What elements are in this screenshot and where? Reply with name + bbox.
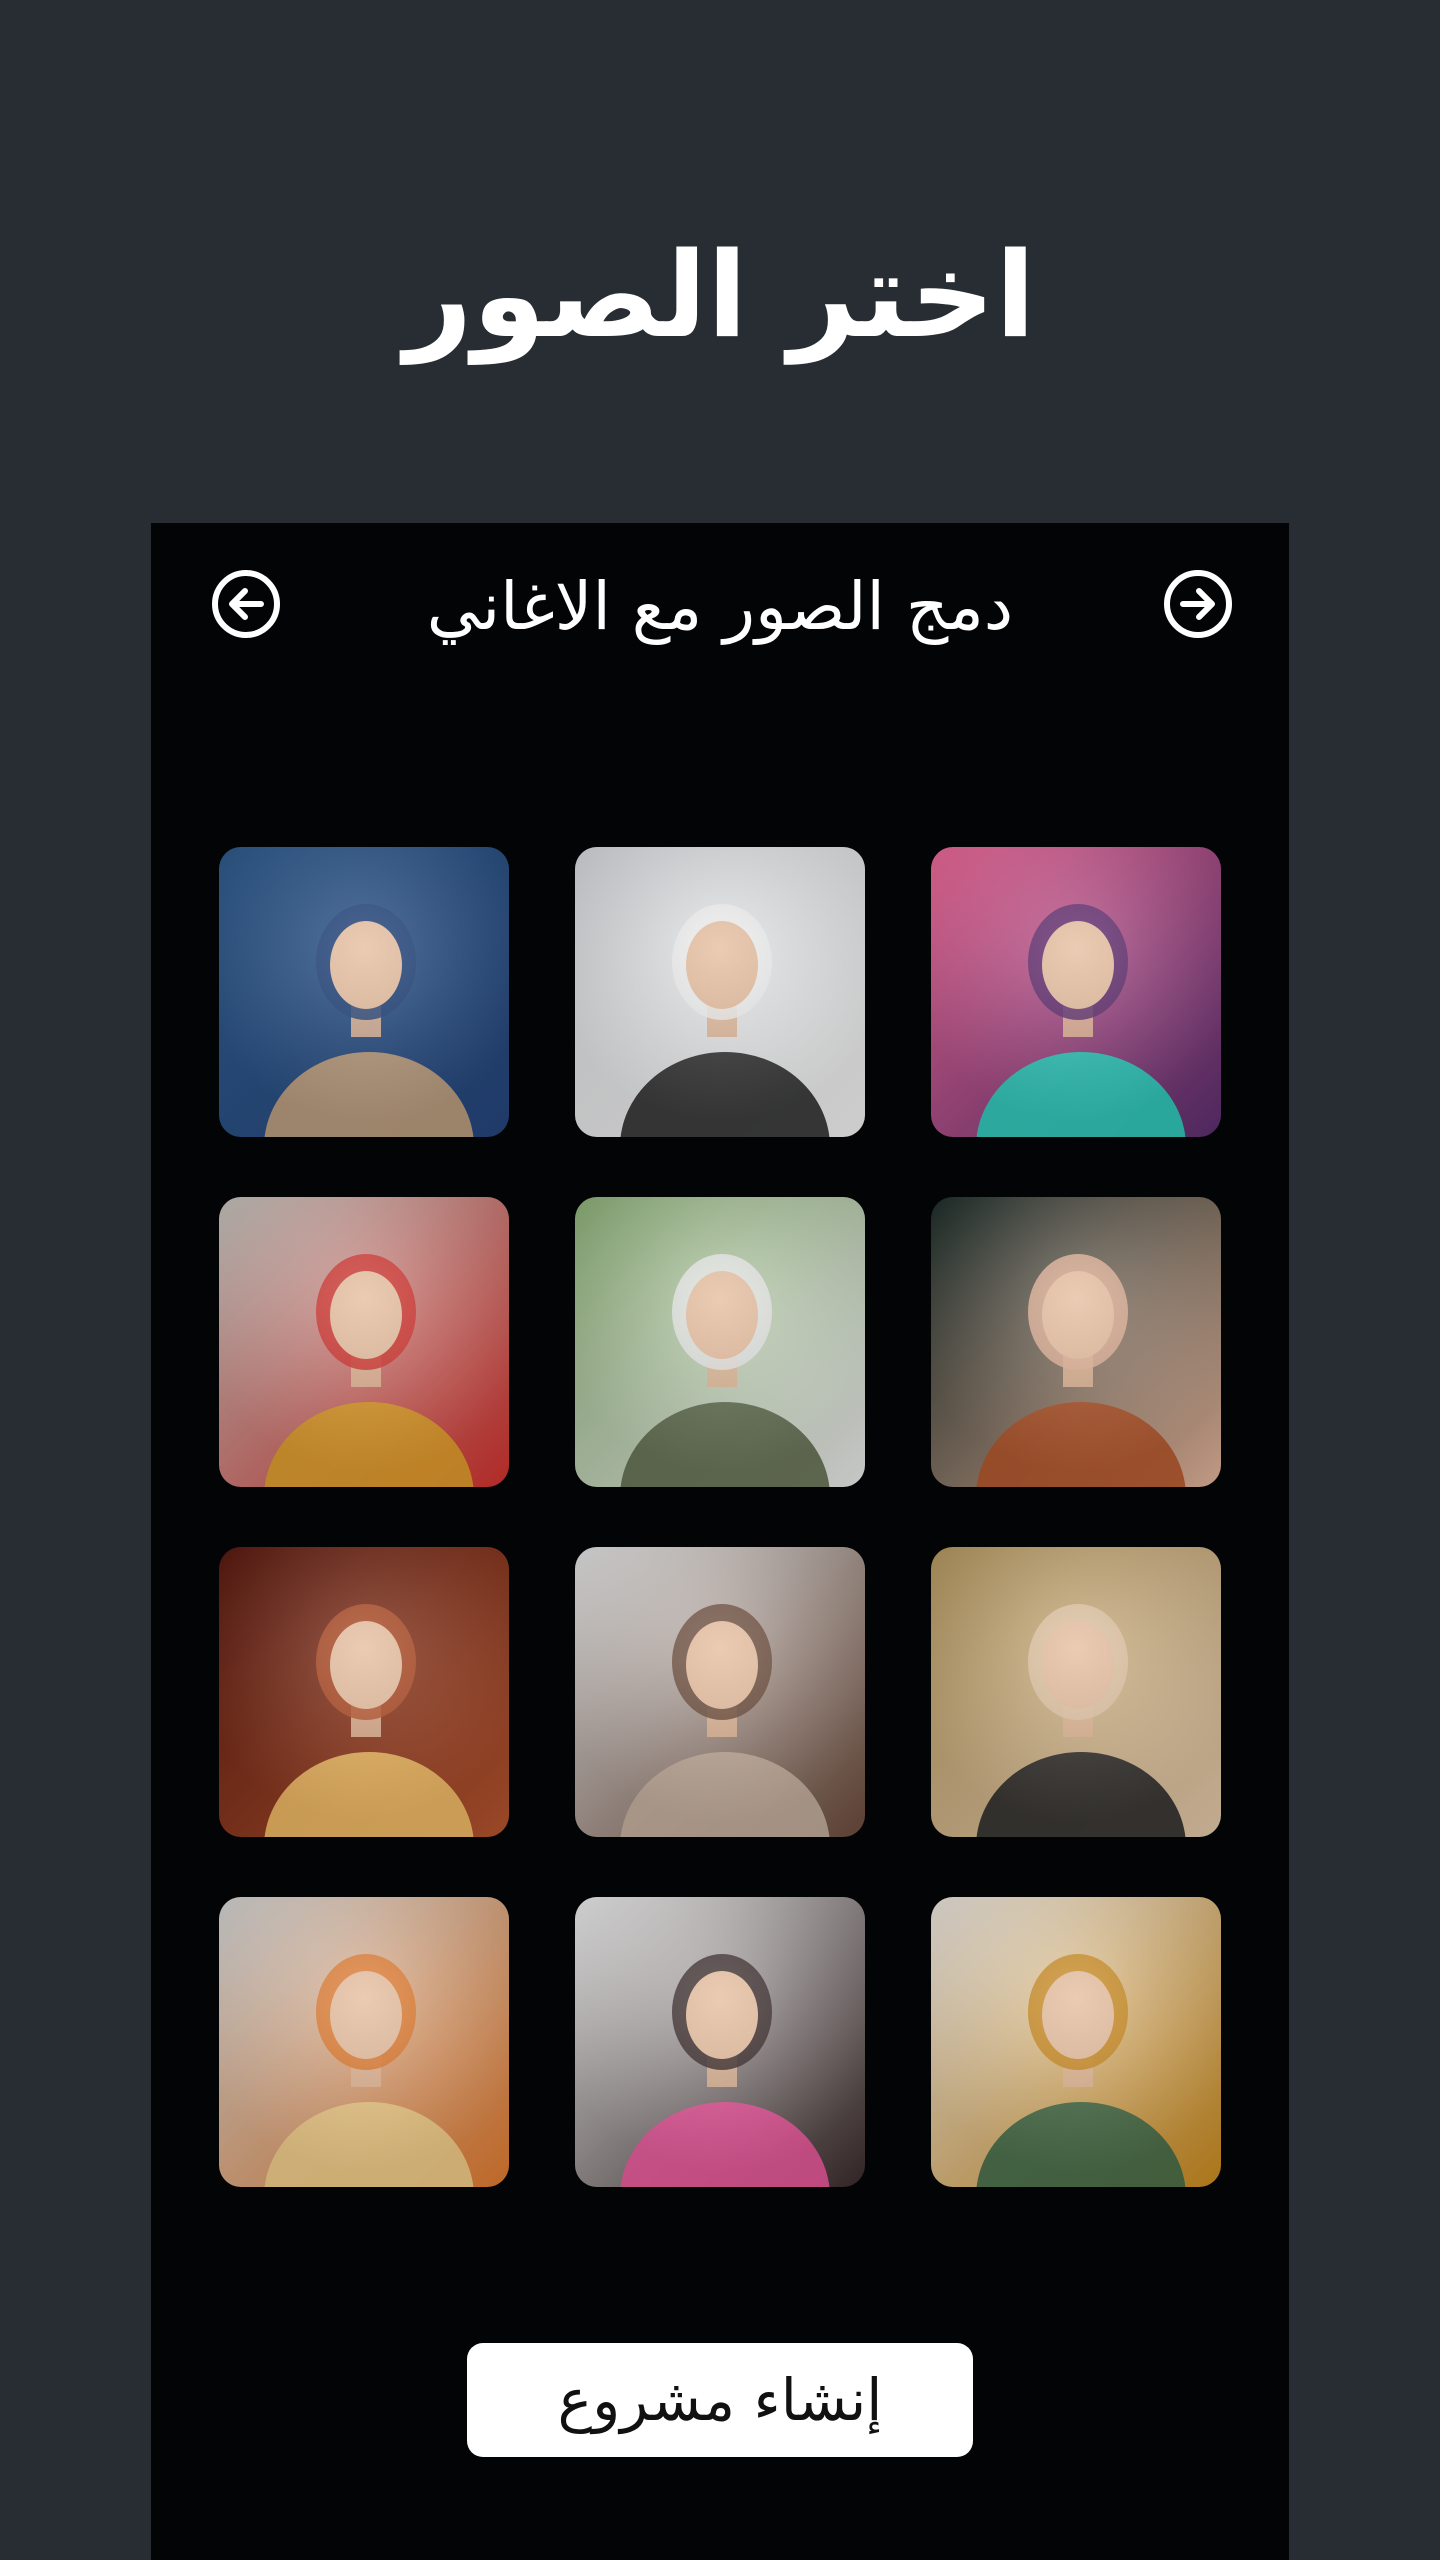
photo-image: [931, 1897, 1221, 2187]
photo-thumbnail[interactable]: [219, 1197, 509, 1487]
create-project-button[interactable]: إنشاء مشروع: [467, 2343, 973, 2457]
photo-thumbnail[interactable]: [575, 1897, 865, 2187]
app-screen: دمج الصور مع الاغاني إنشاء مشروع: [151, 523, 1289, 2560]
photo-image: [575, 847, 865, 1137]
arrow-right-circle-icon: [1164, 570, 1232, 638]
photo-thumbnail[interactable]: [575, 847, 865, 1137]
photo-thumbnail[interactable]: [931, 1547, 1221, 1837]
photo-thumbnail[interactable]: [219, 1897, 509, 2187]
page: اختر الصور دمج الصور مع الاغاني إنشاء مش…: [0, 0, 1440, 2560]
photo-image: [575, 1897, 865, 2187]
photo-grid: [219, 847, 1223, 2187]
photo-thumbnail[interactable]: [575, 1197, 865, 1487]
photo-image: [931, 847, 1221, 1137]
photo-image: [219, 1547, 509, 1837]
photo-image: [219, 847, 509, 1137]
screen-title: دمج الصور مع الاغاني: [426, 568, 1014, 645]
photo-thumbnail[interactable]: [219, 847, 509, 1137]
photo-image: [219, 1897, 509, 2187]
photo-image: [575, 1547, 865, 1837]
photo-thumbnail[interactable]: [931, 1197, 1221, 1487]
photo-image: [931, 1547, 1221, 1837]
photo-thumbnail[interactable]: [575, 1547, 865, 1837]
photo-image: [575, 1197, 865, 1487]
photo-thumbnail[interactable]: [931, 847, 1221, 1137]
photo-image: [931, 1197, 1221, 1487]
photo-image: [219, 1197, 509, 1487]
page-title: اختر الصور: [404, 226, 1036, 364]
forward-button[interactable]: [1163, 569, 1233, 639]
photo-thumbnail[interactable]: [931, 1897, 1221, 2187]
photo-thumbnail[interactable]: [219, 1547, 509, 1837]
